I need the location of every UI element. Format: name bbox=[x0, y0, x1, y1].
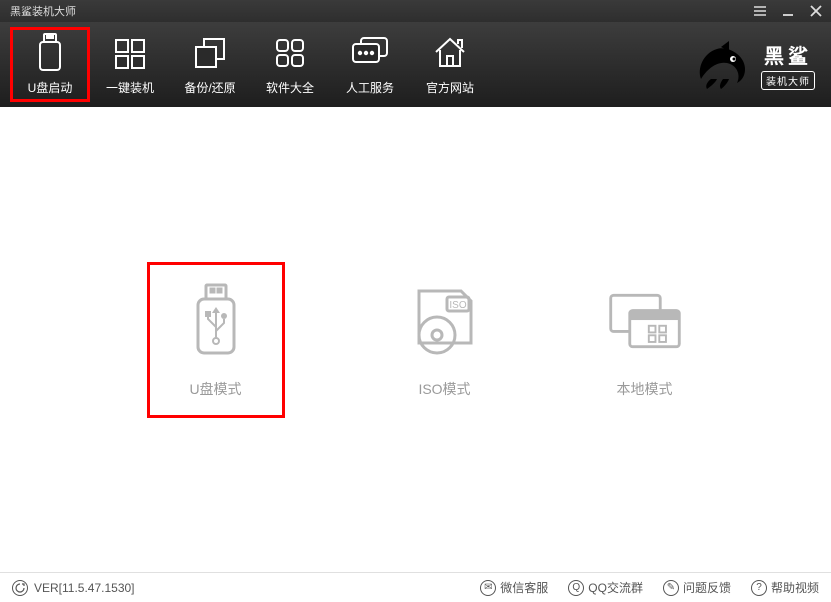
minimize-icon[interactable] bbox=[781, 4, 795, 18]
nav-label: 人工服务 bbox=[346, 79, 394, 96]
wechat-icon: ✉ bbox=[480, 580, 496, 596]
nav-support[interactable]: 人工服务 bbox=[330, 27, 410, 102]
main-content: U盘模式 ISO ISO模式 本地模式 bbox=[0, 107, 831, 572]
nav-label: U盘启动 bbox=[28, 79, 73, 96]
mode-usb[interactable]: U盘模式 bbox=[147, 262, 285, 418]
nav-label: 软件大全 bbox=[266, 79, 314, 96]
usb-icon bbox=[35, 33, 65, 73]
qq-icon: Q bbox=[568, 580, 584, 596]
nav-one-click[interactable]: 一键装机 bbox=[90, 27, 170, 102]
link-wechat[interactable]: ✉ 微信客服 bbox=[480, 579, 548, 596]
shark-icon bbox=[693, 39, 753, 91]
home-icon bbox=[432, 33, 468, 73]
grid-icon bbox=[274, 33, 306, 73]
logo-line1: 黑鲨 bbox=[761, 40, 815, 69]
mode-label: 本地模式 bbox=[617, 379, 673, 399]
window-controls bbox=[753, 4, 823, 18]
mode-label: U盘模式 bbox=[189, 379, 241, 399]
link-label: 问题反馈 bbox=[683, 579, 731, 596]
navbar: U盘启动 一键装机 备份/还原 软件大全 bbox=[0, 22, 831, 107]
close-icon[interactable] bbox=[809, 4, 823, 18]
statusbar: VER[11.5.47.1530] ✉ 微信客服 Q QQ交流群 ✎ 问题反馈 … bbox=[0, 572, 831, 602]
link-feedback[interactable]: ✎ 问题反馈 bbox=[663, 579, 731, 596]
chat-icon bbox=[351, 33, 389, 73]
usb-mode-icon bbox=[176, 281, 256, 361]
brand-logo: 黑鲨 装机大师 bbox=[693, 39, 823, 91]
nav-label: 官方网站 bbox=[426, 79, 474, 96]
menu-icon[interactable] bbox=[753, 4, 767, 18]
nav-label: 备份/还原 bbox=[184, 79, 235, 96]
link-qq[interactable]: Q QQ交流群 bbox=[568, 579, 643, 596]
svg-text:ISO: ISO bbox=[449, 300, 466, 311]
iso-mode-icon: ISO bbox=[405, 281, 485, 361]
link-label: 帮助视频 bbox=[771, 579, 819, 596]
nav-backup-restore[interactable]: 备份/还原 bbox=[170, 27, 250, 102]
windows-icon bbox=[113, 33, 147, 73]
copy-icon bbox=[192, 33, 228, 73]
nav-website[interactable]: 官方网站 bbox=[410, 27, 490, 102]
nav-label: 一键装机 bbox=[106, 79, 154, 96]
nav-software[interactable]: 软件大全 bbox=[250, 27, 330, 102]
refresh-icon[interactable] bbox=[12, 580, 28, 596]
version-text: VER[11.5.47.1530] bbox=[34, 581, 135, 595]
help-icon: ? bbox=[751, 580, 767, 596]
link-label: 微信客服 bbox=[500, 579, 548, 596]
logo-line2: 装机大师 bbox=[761, 71, 815, 90]
feedback-icon: ✎ bbox=[663, 580, 679, 596]
nav-usb-boot[interactable]: U盘启动 bbox=[10, 27, 90, 102]
mode-label: ISO模式 bbox=[418, 379, 470, 399]
local-mode-icon bbox=[605, 281, 685, 361]
app-title: 黑鲨装机大师 bbox=[8, 3, 76, 19]
mode-local[interactable]: 本地模式 bbox=[605, 281, 685, 399]
titlebar: 黑鲨装机大师 bbox=[0, 0, 831, 22]
link-help[interactable]: ? 帮助视频 bbox=[751, 579, 819, 596]
link-label: QQ交流群 bbox=[588, 579, 643, 596]
mode-iso[interactable]: ISO ISO模式 bbox=[405, 281, 485, 399]
